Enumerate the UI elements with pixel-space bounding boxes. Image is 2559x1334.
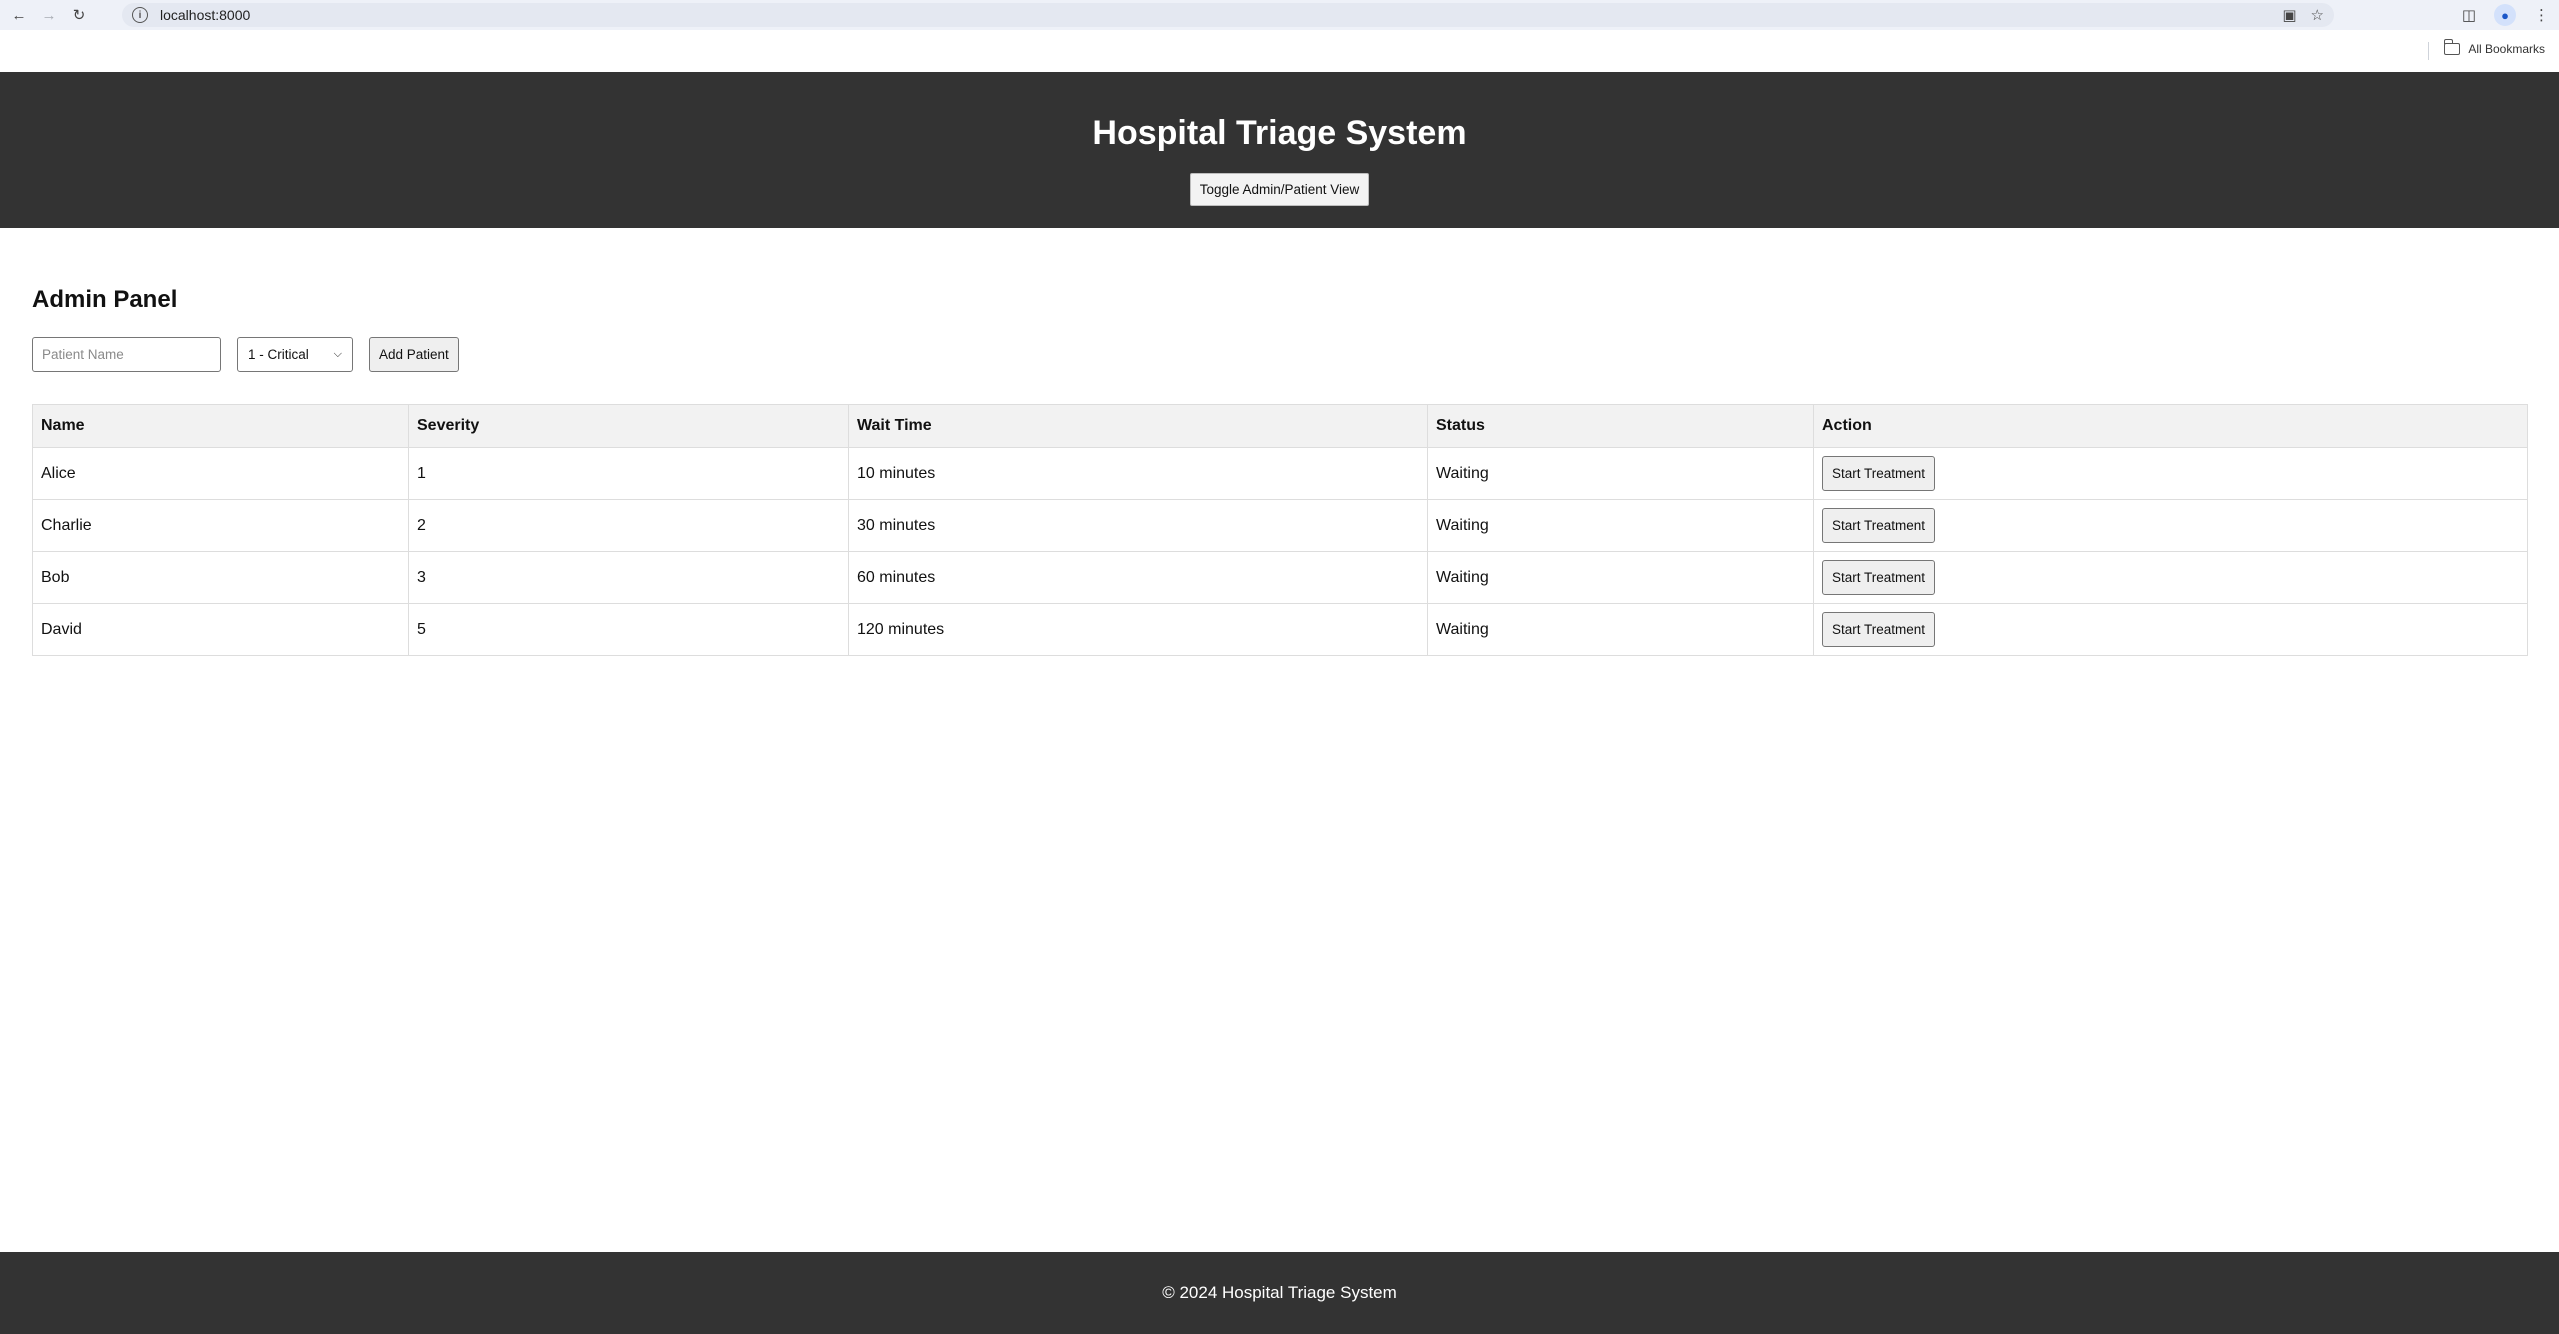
patient-action-cell: Start Treatment (1813, 447, 2528, 500)
patient-status: Waiting (1427, 603, 1814, 656)
patient-table: Name Severity Wait Time Status Action Al… (32, 404, 2528, 656)
patient-name: Alice (32, 447, 409, 500)
column-header-wait-time: Wait Time (848, 404, 1428, 448)
bookmarks-divider (2428, 42, 2429, 60)
patient-name: Charlie (32, 499, 409, 552)
patient-action-cell: Start Treatment (1813, 603, 2528, 656)
reload-icon[interactable]: ↻ (68, 4, 90, 26)
patient-action-cell: Start Treatment (1813, 551, 2528, 604)
admin-panel-title: Admin Panel (32, 286, 178, 313)
patient-status: Waiting (1427, 551, 1814, 604)
patient-name-input[interactable] (32, 337, 221, 372)
severity-select[interactable]: 1 - Critical ⌵ (237, 337, 353, 372)
all-bookmarks-label: All Bookmarks (2468, 42, 2545, 56)
patient-severity: 1 (408, 447, 849, 500)
patient-severity: 3 (408, 551, 849, 604)
table-header-row: Name Severity Wait Time Status Action (32, 404, 2528, 448)
start-treatment-button[interactable]: Start Treatment (1822, 560, 1936, 595)
bookmarks-bar: All Bookmarks (0, 30, 2559, 72)
patient-name: Bob (32, 551, 409, 604)
site-header: Hospital Triage System Toggle Admin/Pati… (0, 72, 2559, 228)
bookmark-star-icon[interactable]: ☆ (2311, 6, 2324, 24)
column-header-severity: Severity (408, 404, 849, 448)
page-title: Hospital Triage System (1092, 114, 1467, 152)
extensions-icon[interactable]: ◫ (2462, 6, 2476, 24)
screenshot-icon[interactable]: ▣ (2282, 6, 2296, 24)
site-info-icon[interactable]: i (132, 7, 148, 23)
start-treatment-button[interactable]: Start Treatment (1822, 612, 1936, 647)
start-treatment-button[interactable]: Start Treatment (1822, 456, 1936, 491)
forward-icon[interactable]: → (38, 4, 60, 26)
patient-wait-time: 30 minutes (848, 499, 1428, 552)
patient-name: David (32, 603, 409, 656)
add-patient-form: 1 - Critical ⌵ Add Patient (32, 337, 2528, 372)
table-row: Charlie 2 30 minutes Waiting Start Treat… (32, 499, 2528, 552)
back-icon[interactable]: ← (8, 4, 30, 26)
table-row: Alice 1 10 minutes Waiting Start Treatme… (32, 447, 2528, 500)
all-bookmarks-button[interactable]: All Bookmarks (2443, 39, 2545, 56)
column-header-action: Action (1813, 404, 2528, 448)
folder-icon (2443, 39, 2461, 55)
admin-panel: Admin Panel 1 - Critical ⌵ Add Patient N… (32, 228, 2528, 656)
toggle-view-button[interactable]: Toggle Admin/Patient View (1189, 173, 1370, 206)
start-treatment-button[interactable]: Start Treatment (1822, 508, 1936, 543)
column-header-status: Status (1427, 404, 1814, 448)
add-patient-button[interactable]: Add Patient (369, 337, 459, 372)
patient-wait-time: 60 minutes (848, 551, 1428, 604)
site-footer: © 2024 Hospital Triage System (0, 1252, 2559, 1334)
patient-severity: 5 (408, 603, 849, 656)
table-row: Bob 3 60 minutes Waiting Start Treatment (32, 551, 2528, 604)
patient-wait-time: 120 minutes (848, 603, 1428, 656)
browser-toolbar: ← → ↻ i localhost:8000 ▣ ☆ ◫ ● ⋮ (0, 0, 2559, 30)
chevron-down-icon: ⌵ (333, 348, 342, 360)
column-header-name: Name (32, 404, 409, 448)
footer-copyright: © 2024 Hospital Triage System (1162, 1283, 1397, 1302)
patient-severity: 2 (408, 499, 849, 552)
profile-icon[interactable]: ● (2494, 4, 2516, 26)
severity-selected-value: 1 - Critical (248, 347, 309, 362)
patient-wait-time: 10 minutes (848, 447, 1428, 500)
address-url: localhost:8000 (160, 7, 251, 23)
menu-icon[interactable]: ⋮ (2534, 6, 2549, 24)
address-bar[interactable]: i localhost:8000 ▣ ☆ (122, 3, 2334, 27)
patient-action-cell: Start Treatment (1813, 499, 2528, 552)
table-row: David 5 120 minutes Waiting Start Treatm… (32, 603, 2528, 656)
patient-status: Waiting (1427, 447, 1814, 500)
patient-status: Waiting (1427, 499, 1814, 552)
